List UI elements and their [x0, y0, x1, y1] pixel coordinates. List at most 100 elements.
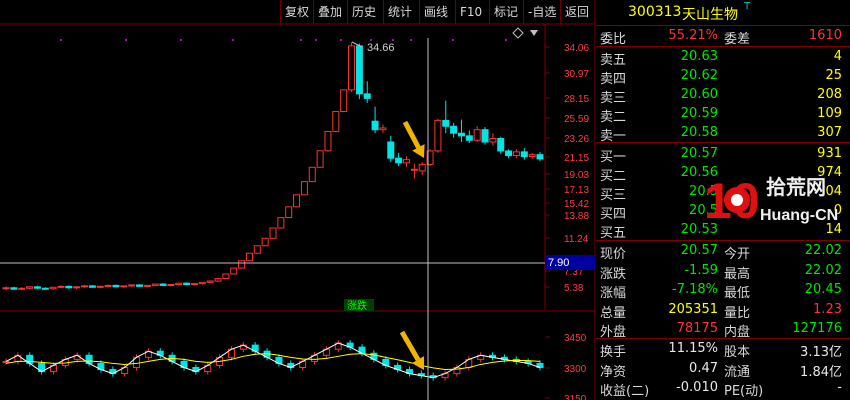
signal-dot	[505, 39, 507, 41]
bid-row-volume: 931	[817, 146, 842, 161]
candle-body	[300, 181, 308, 196]
candle-body	[261, 237, 269, 247]
watermark-cn: 拾荒网	[766, 175, 826, 199]
candle-body	[112, 284, 120, 288]
candle-body	[497, 138, 505, 152]
candle-body	[520, 151, 528, 158]
stat-value: 0.47	[689, 360, 718, 376]
candle-body	[277, 217, 285, 229]
bid-row-label: 买二	[600, 169, 627, 184]
toolbar-button-4[interactable]: 画线	[424, 0, 448, 24]
candle-body	[33, 286, 41, 289]
ask-row-volume: 109	[817, 106, 842, 121]
quote-value: -1.59	[684, 262, 718, 278]
ask-row-price: 20.59	[680, 106, 718, 121]
sub-candle	[2, 360, 10, 363]
toolbar-button-8[interactable]: 返回	[565, 0, 589, 24]
candle-body	[269, 227, 277, 239]
candle-body	[41, 287, 49, 290]
candle-body	[65, 285, 73, 289]
candle-body	[481, 129, 489, 143]
dropdown-icon[interactable]	[530, 30, 538, 36]
bid-row-label: 买四	[600, 207, 627, 222]
candle-body	[395, 157, 403, 164]
candle-body	[316, 150, 324, 168]
candle-body	[434, 119, 442, 152]
quote-value: 127176	[792, 321, 842, 336]
candle-series	[2, 42, 544, 291]
quote-value: 78175	[676, 321, 718, 336]
arrow-icon-shaft	[399, 330, 421, 361]
candle-body	[230, 267, 238, 275]
candle-body	[120, 285, 128, 288]
candle-body	[253, 245, 261, 254]
toolbar-separator	[313, 0, 314, 24]
toolbar-separator	[560, 0, 561, 24]
ask-row-volume: 208	[817, 87, 842, 102]
divider	[596, 142, 850, 143]
chart-overlay: 7.90 34.66 涨跌	[0, 27, 595, 400]
watermark-en: Huang-CN	[760, 207, 838, 224]
diamond-icon[interactable]	[512, 27, 524, 39]
candle-body	[2, 287, 10, 290]
quote-value: 22.02	[804, 262, 842, 278]
toolbar-button-2[interactable]: 历史	[352, 0, 376, 24]
candle-body	[245, 252, 253, 262]
toolbar-button-0[interactable]: 复权	[285, 0, 309, 24]
ask-row-price: 20.63	[680, 49, 718, 64]
signal-dot	[370, 39, 372, 41]
stat-value: 3.13亿	[800, 345, 842, 360]
signal-dot	[300, 39, 302, 41]
stock-code: 300313	[628, 4, 682, 20]
candle-body	[198, 281, 206, 285]
y-tick-label: 34.06	[564, 43, 589, 54]
stat-value: 11.15%	[668, 341, 718, 356]
stat-label: 净资	[600, 364, 627, 380]
ask-row-label: 卖五	[600, 53, 627, 68]
candle-body	[190, 283, 198, 286]
candle-body	[143, 284, 151, 287]
stat-value: 1.84亿	[800, 364, 842, 380]
weibi-value: 55.21%	[668, 28, 718, 43]
toolbar-button-6[interactable]: 标记	[494, 0, 518, 24]
quote-label: 今开	[724, 247, 751, 262]
stat-label: PE(动)	[724, 384, 764, 399]
toolbar-separator	[280, 0, 281, 24]
ask-row-label: 卖三	[600, 91, 627, 106]
stock-marker: T	[744, 1, 751, 12]
candle-body	[348, 45, 356, 91]
toolbar-button-7[interactable]: -自选	[528, 0, 556, 24]
chart-toolbar: 复权 叠加 历史 统计 画线 F10 标记 -自选 返回	[0, 0, 595, 24]
candle-body	[159, 283, 167, 286]
y-tick-label: 25.59	[564, 114, 589, 125]
toolbar-button-1[interactable]: 叠加	[318, 0, 342, 24]
candle-body	[151, 283, 159, 286]
index-subchart: 3450 3300 3150	[2, 333, 587, 400]
ask-row-price: 20.58	[680, 125, 718, 140]
stock-name: 天山生物	[682, 7, 738, 23]
candle-body	[238, 260, 246, 269]
candle-body	[128, 284, 136, 287]
weicha-label: 委差	[724, 32, 751, 47]
toolbar-button-3[interactable]: 统计	[388, 0, 412, 24]
ask-row-label: 卖二	[600, 110, 627, 125]
y-tick-label: 5.38	[564, 283, 584, 294]
candle-body	[136, 284, 143, 287]
candle-body	[418, 163, 426, 172]
sub-y-tick-label: 3450	[564, 333, 587, 344]
toolbar-button-5[interactable]: F10	[460, 0, 482, 24]
quote-value: -7.18%	[672, 282, 718, 297]
candle-body	[285, 206, 293, 219]
stat-value: -	[837, 380, 842, 395]
signal-dot	[340, 39, 342, 41]
signal-dot	[452, 39, 454, 41]
quote-label: 最低	[724, 286, 751, 301]
sub-y-tick-label: 3150	[564, 394, 587, 400]
kline-chart[interactable]: 34.06 30.97 28.15 25.59 23.26 21.15 19.03 17.13…	[0, 0, 595, 400]
candle-body	[206, 280, 214, 283]
candle-body	[410, 168, 418, 171]
candle-body	[528, 154, 536, 158]
y-tick-label: 21.15	[564, 153, 589, 164]
ask-row-price: 20.62	[680, 68, 718, 83]
bid-row-label: 买五	[600, 226, 627, 241]
